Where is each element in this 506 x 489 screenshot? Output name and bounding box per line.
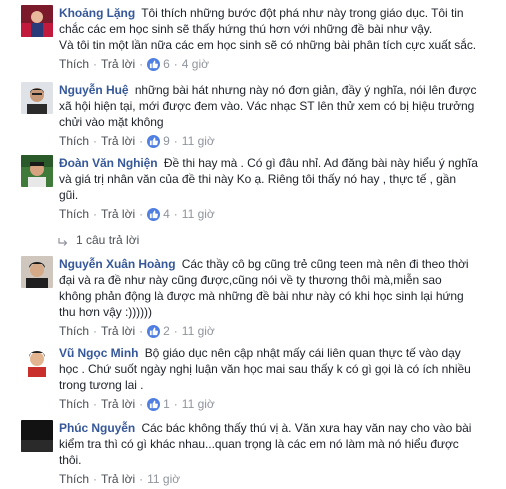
- reply-button[interactable]: Trả lời: [101, 134, 135, 148]
- reply-button[interactable]: Trả lời: [101, 397, 135, 411]
- like-count[interactable]: 2: [163, 324, 170, 338]
- comment-item: Khoảng Lặng Tôi thích những bước đột phá…: [21, 0, 502, 76]
- comment-text-line: kiểm tra thì có gì khác nhau...quan trọn…: [59, 437, 459, 451]
- avatar[interactable]: [21, 5, 53, 37]
- comment-text-line: Các thầy cô bg cũng trẻ cũng teen mà nên…: [181, 257, 469, 271]
- comment-actions: Thích · Trả lời · 2 · 11 giờ: [59, 324, 502, 338]
- avatar-image: [21, 256, 53, 288]
- avatar[interactable]: [21, 345, 53, 377]
- comment-text-line: chửi vào mặt không: [59, 115, 164, 129]
- comment-text-line: chắc các em học sinh sẽ thấy hứng thú hơ…: [59, 22, 433, 36]
- comment-text-line: đại và ra đề như này cũng được,cũng nói …: [59, 273, 442, 287]
- separator: ·: [139, 134, 144, 148]
- comment-text-line: thôi.: [59, 453, 82, 467]
- comment-text-line: và giá trị nhân văn của đề thi này Ko ạ.…: [59, 172, 457, 186]
- thumbs-up-icon: [147, 397, 161, 411]
- timestamp[interactable]: 4 giờ: [182, 57, 209, 71]
- separator: ·: [93, 472, 98, 486]
- timestamp[interactable]: 11 giờ: [182, 324, 215, 338]
- comment-item: Đoàn Văn Nghiện Đề thi hay mà . Có gì đâ…: [21, 155, 502, 225]
- comment-text-line: Và tôi tin một lần nữa các em học sinh s…: [59, 38, 477, 52]
- comment-item: Nguyễn Huệ những bài hát nhưng này nó đơ…: [21, 82, 502, 152]
- like-count[interactable]: 1: [163, 397, 170, 411]
- avatar[interactable]: [21, 256, 53, 288]
- separator: ·: [139, 57, 144, 71]
- avatar-image: [21, 420, 53, 452]
- comment-author[interactable]: Vũ Ngọc Minh: [59, 346, 138, 360]
- comment-actions: Thích · Trả lời · 9 · 11 giờ: [59, 134, 502, 148]
- comment-text-line: Các bác không thấy thú vị à. Văn xưa hay…: [141, 421, 472, 435]
- comment-actions: Thích · Trả lời · 11 giờ: [59, 472, 502, 486]
- replies-label: 1 câu trả lời: [76, 233, 140, 247]
- separator: ·: [173, 324, 178, 338]
- thumbs-up-icon: [147, 57, 161, 71]
- like-button[interactable]: Thích: [59, 134, 89, 148]
- comment-text-line: thu hơn vậy :)))))): [59, 305, 152, 319]
- comment-actions: Thích · Trả lời · 6 · 4 giờ: [59, 57, 502, 71]
- thumbs-up-icon: [147, 324, 161, 338]
- separator: ·: [93, 324, 98, 338]
- like-count[interactable]: 9: [163, 134, 170, 148]
- reply-button[interactable]: Trả lời: [101, 57, 135, 71]
- like-button[interactable]: Thích: [59, 397, 89, 411]
- comment-text-line: xã hội hiện tại, mới được đem vào. Vác n…: [59, 99, 475, 113]
- separator: ·: [93, 207, 98, 221]
- reply-button[interactable]: Trả lời: [101, 472, 135, 486]
- comment-text-line: không phản động là được mà những đề bài …: [59, 289, 464, 303]
- like-button[interactable]: Thích: [59, 324, 89, 338]
- like-button[interactable]: Thích: [59, 472, 89, 486]
- comment-text-line: Bộ giáo dục nên cập nhật mấy cái liên qu…: [144, 346, 461, 360]
- avatar[interactable]: [21, 82, 53, 114]
- separator: ·: [139, 397, 144, 411]
- comment-actions: Thích · Trả lời · 4 · 11 giờ: [59, 207, 502, 221]
- comment-text-line: học . Chứ suốt ngày nghị luận văn học ma…: [59, 362, 471, 376]
- like-count[interactable]: 4: [163, 207, 170, 221]
- like-count[interactable]: 6: [163, 57, 170, 71]
- separator: ·: [173, 57, 178, 71]
- avatar-image: [21, 345, 53, 377]
- comment-author[interactable]: Khoảng Lặng: [59, 6, 135, 20]
- timestamp[interactable]: 11 giờ: [182, 134, 215, 148]
- like-button[interactable]: Thích: [59, 207, 89, 221]
- comment-text-line: trong tương lai .: [59, 378, 144, 392]
- view-replies-link[interactable]: 1 câu trả lời: [58, 233, 139, 247]
- avatar-image: [21, 82, 53, 114]
- comment-item: Nguyễn Xuân Hoàng Các thầy cô bg cũng tr…: [21, 256, 502, 342]
- like-button[interactable]: Thích: [59, 57, 89, 71]
- avatar-image: [21, 5, 53, 37]
- separator: ·: [139, 207, 144, 221]
- avatar[interactable]: [21, 420, 53, 452]
- reply-arrow-icon: [58, 236, 68, 246]
- comment-author[interactable]: Nguyễn Xuân Hoàng: [59, 257, 176, 271]
- separator: ·: [93, 397, 98, 411]
- separator: ·: [93, 57, 98, 71]
- separator: ·: [173, 397, 178, 411]
- comment-text-line: Đề thi hay mà . Có gì đâu nhỉ. Ad đăng b…: [163, 156, 478, 170]
- reply-button[interactable]: Trả lời: [101, 207, 135, 221]
- comment-author[interactable]: Phúc Nguyễn: [59, 421, 135, 435]
- avatar-image: [21, 155, 53, 187]
- avatar[interactable]: [21, 155, 53, 187]
- timestamp[interactable]: 11 giờ: [147, 472, 180, 486]
- comment-text-line: những bài hát nhưng này nó đơn giản, đầy…: [134, 83, 477, 97]
- thumbs-up-icon: [147, 134, 161, 148]
- timestamp[interactable]: 11 giờ: [182, 207, 215, 221]
- separator: ·: [93, 134, 98, 148]
- comment-text-line: gũi.: [59, 188, 79, 202]
- comment-author[interactable]: Nguyễn Huệ: [59, 83, 129, 97]
- comment-item: Phúc Nguyễn Các bác không thấy thú vị à.…: [21, 420, 502, 489]
- separator: ·: [139, 324, 144, 338]
- timestamp[interactable]: 11 giờ: [182, 397, 215, 411]
- comment-actions: Thích · Trả lời · 1 · 11 giờ: [59, 397, 502, 411]
- thumbs-up-icon: [147, 207, 161, 221]
- comment-item: Vũ Ngọc Minh Bộ giáo dục nên cập nhật mấ…: [21, 345, 502, 415]
- comment-text-line: Tôi thích những bước đột phá như này tro…: [141, 6, 464, 20]
- separator: ·: [173, 134, 178, 148]
- separator: ·: [139, 472, 144, 486]
- comment-author[interactable]: Đoàn Văn Nghiện: [59, 156, 158, 170]
- reply-button[interactable]: Trả lời: [101, 324, 135, 338]
- separator: ·: [173, 207, 178, 221]
